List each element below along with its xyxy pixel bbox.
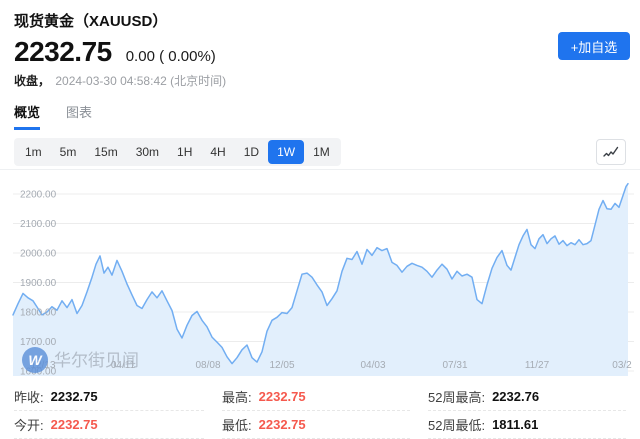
watermark-brand: 华尔街见闻 (54, 351, 139, 370)
stat-value: 2232.75 (51, 417, 98, 432)
y-axis-label: 1700.00 (20, 337, 57, 348)
tab-overview[interactable]: 概览 (14, 102, 40, 130)
y-axis-label: 1800.00 (20, 308, 57, 319)
x-axis-label: 03/2 (612, 360, 632, 371)
timeframe-30m[interactable]: 30m (127, 140, 168, 164)
stat-label: 最高: (222, 387, 252, 406)
y-axis-label: 2200.00 (20, 190, 57, 201)
last-price: 2232.75 (14, 38, 112, 66)
stat-value: 2232.75 (259, 389, 306, 404)
stats-grid: 昨收: 2232.75 最高: 2232.75 52周最高: 2232.76 今… (0, 376, 640, 439)
close-info: 收盘， 2024-03-30 04:58:42 (北京时间) (14, 72, 626, 89)
watermark: W 华尔街见闻 (22, 347, 139, 373)
timeframe-1h[interactable]: 1H (168, 140, 201, 164)
close-timestamp: 2024-03-30 04:58:42 (北京时间) (55, 74, 226, 88)
instrument-header: 现货黄金（XAUUSD） 2232.75 0.00 ( 0.00%) 收盘， 2… (0, 0, 640, 89)
x-axis-label: 11/27 (525, 360, 550, 371)
line-chart-icon (603, 146, 619, 158)
tab-chart[interactable]: 图表 (66, 102, 92, 130)
view-tabs: 概览 图表 (0, 102, 640, 130)
price-area-fill (13, 184, 628, 376)
stat-label: 52周最高: (428, 387, 485, 406)
x-axis-label: 08/08 (195, 360, 220, 371)
y-axis-label: 2100.00 (20, 219, 57, 230)
add-watchlist-button[interactable]: +加自选 (558, 32, 630, 60)
timeframe-4h[interactable]: 4H (201, 140, 234, 164)
stat-label: 今开: (14, 415, 44, 434)
stat-value: 2232.76 (492, 389, 539, 404)
x-axis-label: 07/31 (442, 360, 467, 371)
x-axis-label: 12/05 (269, 360, 294, 371)
stat-label: 最低: (222, 415, 252, 434)
stat-prev-close: 昨收: 2232.75 (14, 383, 204, 411)
stat-value: 1811.61 (492, 417, 538, 432)
timeframe-5m[interactable]: 5m (51, 140, 86, 164)
timeframe-toolbar: 1m 5m 15m 30m 1H 4H 1D 1W 1M (14, 138, 626, 166)
x-axis-label: 04/03 (360, 360, 385, 371)
timeframe-1m-month[interactable]: 1M (304, 140, 339, 164)
stat-low: 最低: 2232.75 (222, 411, 410, 439)
watermark-logo-letter: W (28, 352, 43, 368)
price-row: 2232.75 0.00 ( 0.00%) (14, 38, 626, 66)
y-axis-label: 2000.00 (20, 249, 57, 260)
timeframe-1m[interactable]: 1m (16, 140, 51, 164)
timeframe-15m[interactable]: 15m (85, 140, 126, 164)
stat-52w-low: 52周最低: 1811.61 (428, 411, 626, 439)
price-chart-container: 2200.00 2100.00 2000.00 1900.00 1800.00 1700.… (0, 169, 640, 376)
instrument-title: 现货黄金（XAUUSD） (14, 10, 626, 31)
chart-type-button[interactable] (596, 139, 626, 165)
stat-open: 今开: 2232.75 (14, 411, 204, 439)
timeframe-bar: 1m 5m 15m 30m 1H 4H 1D 1W 1M (14, 138, 341, 166)
price-change: 0.00 ( 0.00%) (126, 48, 216, 65)
stat-high: 最高: 2232.75 (222, 383, 410, 411)
stat-label: 昨收: (14, 387, 44, 406)
stat-label: 52周最低: (428, 415, 485, 434)
stat-value: 2232.75 (259, 417, 306, 432)
stat-value: 2232.75 (51, 389, 98, 404)
price-chart[interactable]: 2200.00 2100.00 2000.00 1900.00 1800.00 1700.… (0, 170, 640, 376)
stat-52w-high: 52周最高: 2232.76 (428, 383, 626, 411)
timeframe-1d[interactable]: 1D (235, 140, 268, 164)
market-status-label: 收盘， (14, 74, 50, 88)
timeframe-1w[interactable]: 1W (268, 140, 304, 164)
y-axis-label: 1900.00 (20, 278, 57, 289)
